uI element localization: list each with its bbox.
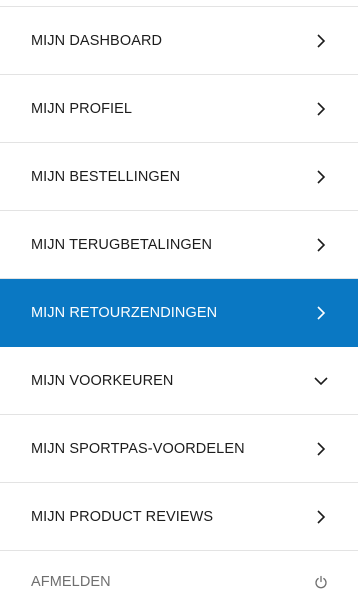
logout-button[interactable]: AFMELDEN [0,551,358,613]
menu-item-bestellingen[interactable]: MIJN BESTELLINGEN [0,143,358,211]
logout-label: AFMELDEN [31,574,111,590]
menu-item-profiel[interactable]: MIJN PROFIEL [0,75,358,143]
menu-item-label: MIJN SPORTPAS-VOORDELEN [31,440,245,457]
power-icon [314,575,328,589]
menu-item-voorkeuren[interactable]: MIJN VOORKEUREN [0,347,358,415]
menu-item-label: MIJN PRODUCT REVIEWS [31,508,214,525]
menu-item-label: MIJN DASHBOARD [31,32,163,49]
menu-item-label: MIJN RETOURZENDINGEN [31,304,218,321]
chevron-right-icon [314,169,328,184]
account-menu: MIJN DASHBOARD MIJN PROFIEL MIJN BESTELL… [0,0,358,613]
chevron-right-icon [314,441,328,456]
menu-item-dashboard[interactable]: MIJN DASHBOARD [0,7,358,75]
menu-item-label: MIJN BESTELLINGEN [31,168,181,185]
chevron-right-icon [314,33,328,48]
chevron-right-icon [314,509,328,524]
menu-item-terugbetalingen[interactable]: MIJN TERUGBETALINGEN [0,211,358,279]
menu-item-retourzendingen[interactable]: MIJN RETOURZENDINGEN [0,279,358,347]
menu-item-label: MIJN PROFIEL [31,100,133,117]
menu-item-label: MIJN TERUGBETALINGEN [31,236,213,253]
menu-item-product-reviews[interactable]: MIJN PRODUCT REVIEWS [0,483,358,551]
chevron-right-icon [314,101,328,116]
menu-item-sportpas-voordelen[interactable]: MIJN SPORTPAS-VOORDELEN [0,415,358,483]
menu-item-label: MIJN VOORKEUREN [31,372,174,389]
chevron-down-icon [314,374,328,388]
chevron-right-icon [314,237,328,252]
chevron-right-icon [314,305,328,320]
